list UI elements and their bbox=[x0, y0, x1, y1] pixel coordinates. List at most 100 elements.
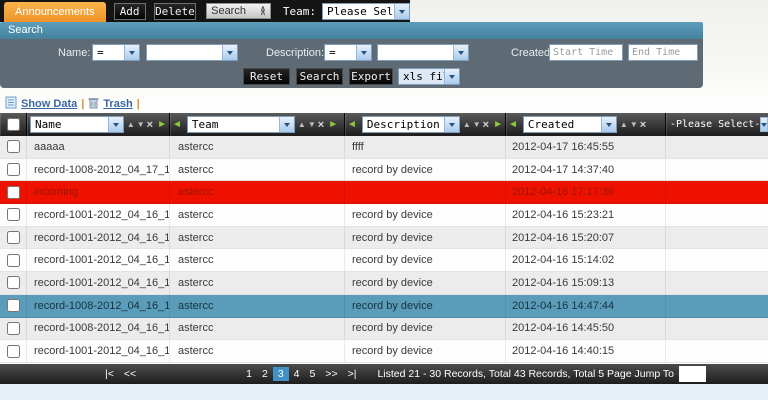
page-number-button[interactable]: 2 bbox=[257, 367, 273, 381]
page-number-button[interactable]: 3 bbox=[273, 367, 289, 381]
column-header-team: ◄ Team ▲ ▼ × ► bbox=[170, 113, 345, 136]
sort-clear-icon[interactable]: × bbox=[483, 120, 489, 130]
search-collapse-toggle[interactable]: Search ∧∧ bbox=[206, 3, 271, 19]
search-panel-body: Name: = Description: = Created: Reset Se… bbox=[0, 39, 703, 88]
row-checkbox[interactable] bbox=[7, 231, 20, 244]
sort-desc-icon[interactable]: ▼ bbox=[630, 120, 638, 129]
view-links: Show Data | Trash | bbox=[5, 96, 140, 112]
cell-name: record-1008-2012_04_16_14_42-0 bbox=[27, 318, 170, 340]
table-row[interactable]: record-1001-2012_04_16_14_39-0 astercc r… bbox=[0, 340, 768, 363]
row-checkbox[interactable] bbox=[7, 254, 20, 267]
cell-team: astercc bbox=[170, 249, 345, 271]
export-format-select[interactable]: xls file bbox=[398, 68, 460, 85]
name-operator-value: = bbox=[93, 46, 124, 59]
link-separator: | bbox=[137, 98, 140, 110]
move-column-right-icon[interactable]: ► bbox=[328, 119, 338, 130]
name-value-select[interactable] bbox=[146, 44, 238, 61]
table-row[interactable]: record-1008-2012_04_16_14_42-0 astercc r… bbox=[0, 318, 768, 341]
move-column-left-icon[interactable]: ◄ bbox=[347, 119, 357, 130]
sort-desc-icon[interactable]: ▼ bbox=[473, 120, 481, 129]
export-button[interactable]: Export bbox=[349, 68, 393, 85]
move-column-left-icon[interactable]: ◄ bbox=[172, 119, 182, 130]
records-summary: Listed 21 - 30 Records, Total 43 Records… bbox=[377, 368, 674, 380]
search-toggle-label: Search bbox=[211, 5, 246, 17]
sort-clear-icon[interactable]: × bbox=[640, 120, 646, 130]
cell-created: 2012-04-16 15:20:07 bbox=[506, 227, 666, 249]
name-operator-select[interactable]: = bbox=[92, 44, 140, 61]
sort-asc-icon[interactable]: ▲ bbox=[620, 120, 628, 129]
prev-page-button[interactable]: << bbox=[119, 367, 141, 381]
sort-asc-icon[interactable]: ▲ bbox=[298, 120, 306, 129]
column-header-extra: -Please Select- bbox=[666, 113, 768, 136]
name-column-label: Name bbox=[31, 118, 108, 131]
row-checkbox[interactable] bbox=[7, 345, 20, 358]
row-checkbox-cell bbox=[0, 340, 27, 362]
description-filter-label: Description: bbox=[266, 47, 324, 59]
delete-button[interactable]: Delete bbox=[154, 3, 196, 20]
row-checkbox[interactable] bbox=[7, 186, 20, 199]
team-column-select[interactable]: Team bbox=[187, 116, 295, 133]
cell-created: 2012-04-16 15:14:02 bbox=[506, 249, 666, 271]
add-column-select[interactable]: -Please Select- bbox=[670, 116, 766, 133]
row-checkbox[interactable] bbox=[7, 163, 20, 176]
page-number-button[interactable]: 4 bbox=[289, 367, 305, 381]
trash-link[interactable]: Trash bbox=[103, 98, 132, 110]
row-checkbox[interactable] bbox=[7, 322, 20, 335]
sort-clear-icon[interactable]: × bbox=[318, 120, 324, 130]
team-select[interactable]: Please Select bbox=[322, 3, 410, 20]
cell-created: 2012-04-16 14:45:50 bbox=[506, 318, 666, 340]
row-checkbox[interactable] bbox=[7, 276, 20, 289]
table-row[interactable]: record-1001-2012_04_16_15_13-0 astercc r… bbox=[0, 249, 768, 272]
jump-to-page-input[interactable] bbox=[679, 366, 706, 382]
move-column-right-icon[interactable]: ► bbox=[157, 119, 167, 130]
show-data-link[interactable]: Show Data bbox=[21, 98, 77, 110]
sort-clear-icon[interactable]: × bbox=[147, 120, 153, 130]
table-row[interactable]: record-1001-2012_04_16_15_22-0 astercc r… bbox=[0, 204, 768, 227]
sort-asc-icon[interactable]: ▲ bbox=[127, 120, 135, 129]
link-separator: | bbox=[81, 98, 84, 110]
created-column-select[interactable]: Created bbox=[523, 116, 617, 133]
tab-announcements[interactable]: Announcements bbox=[4, 2, 106, 22]
table-row[interactable]: incoming astercc 2012-04-16 17:17:36 bbox=[0, 181, 768, 204]
table-row[interactable]: aaaaa astercc ffff 2012-04-17 16:45:55 bbox=[0, 136, 768, 159]
cell-team: astercc bbox=[170, 159, 345, 181]
add-button[interactable]: Add bbox=[114, 3, 146, 20]
table-row[interactable]: record-1008-2012_04_17_14_37-0 astercc r… bbox=[0, 159, 768, 182]
row-checkbox-cell bbox=[0, 227, 27, 249]
next-page-button[interactable]: >> bbox=[320, 367, 342, 381]
row-checkbox[interactable] bbox=[7, 299, 20, 312]
chevron-down-icon bbox=[444, 69, 459, 84]
description-value-select[interactable] bbox=[377, 44, 469, 61]
first-page-button[interactable]: |< bbox=[100, 367, 119, 381]
created-start-input[interactable] bbox=[549, 44, 623, 61]
row-checkbox[interactable] bbox=[7, 208, 20, 221]
row-checkbox-cell bbox=[0, 295, 27, 317]
table-row[interactable]: record-1001-2012_04_16_15_08-1 astercc r… bbox=[0, 272, 768, 295]
add-column-value: -Please Select- bbox=[670, 119, 760, 130]
name-column-select[interactable]: Name bbox=[30, 116, 124, 133]
chevron-down-icon bbox=[394, 4, 409, 19]
page-number-button[interactable]: 5 bbox=[305, 367, 321, 381]
page-number-button[interactable]: 1 bbox=[241, 367, 257, 381]
sort-desc-icon[interactable]: ▼ bbox=[308, 120, 316, 129]
search-button[interactable]: Search bbox=[296, 68, 343, 85]
move-column-left-icon[interactable]: ◄ bbox=[508, 119, 518, 130]
table-row[interactable]: record-1008-2012_04_16_14_47-0 astercc r… bbox=[0, 295, 768, 318]
table-row[interactable]: record-1001-2012_04_16_15_19-0 astercc r… bbox=[0, 227, 768, 250]
move-column-right-icon[interactable]: ► bbox=[493, 119, 503, 130]
description-column-select[interactable]: Description bbox=[362, 116, 460, 133]
select-all-checkbox[interactable] bbox=[7, 118, 20, 131]
created-end-input[interactable] bbox=[628, 44, 698, 61]
description-operator-select[interactable]: = bbox=[324, 44, 372, 61]
last-page-button[interactable]: >| bbox=[343, 367, 362, 381]
cell-name: record-1001-2012_04_16_15_13-0 bbox=[27, 249, 170, 271]
cell-description: record by device bbox=[345, 318, 506, 340]
sort-asc-icon[interactable]: ▲ bbox=[463, 120, 471, 129]
created-filter-label: Created: bbox=[511, 47, 553, 59]
row-checkbox[interactable] bbox=[7, 140, 20, 153]
cell-team: astercc bbox=[170, 136, 345, 158]
top-toolbar: Announcements Add Delete Search ∧∧ Team:… bbox=[0, 0, 410, 22]
sort-desc-icon[interactable]: ▼ bbox=[137, 120, 145, 129]
chevron-down-icon bbox=[444, 117, 459, 132]
reset-button[interactable]: Reset bbox=[243, 68, 290, 85]
